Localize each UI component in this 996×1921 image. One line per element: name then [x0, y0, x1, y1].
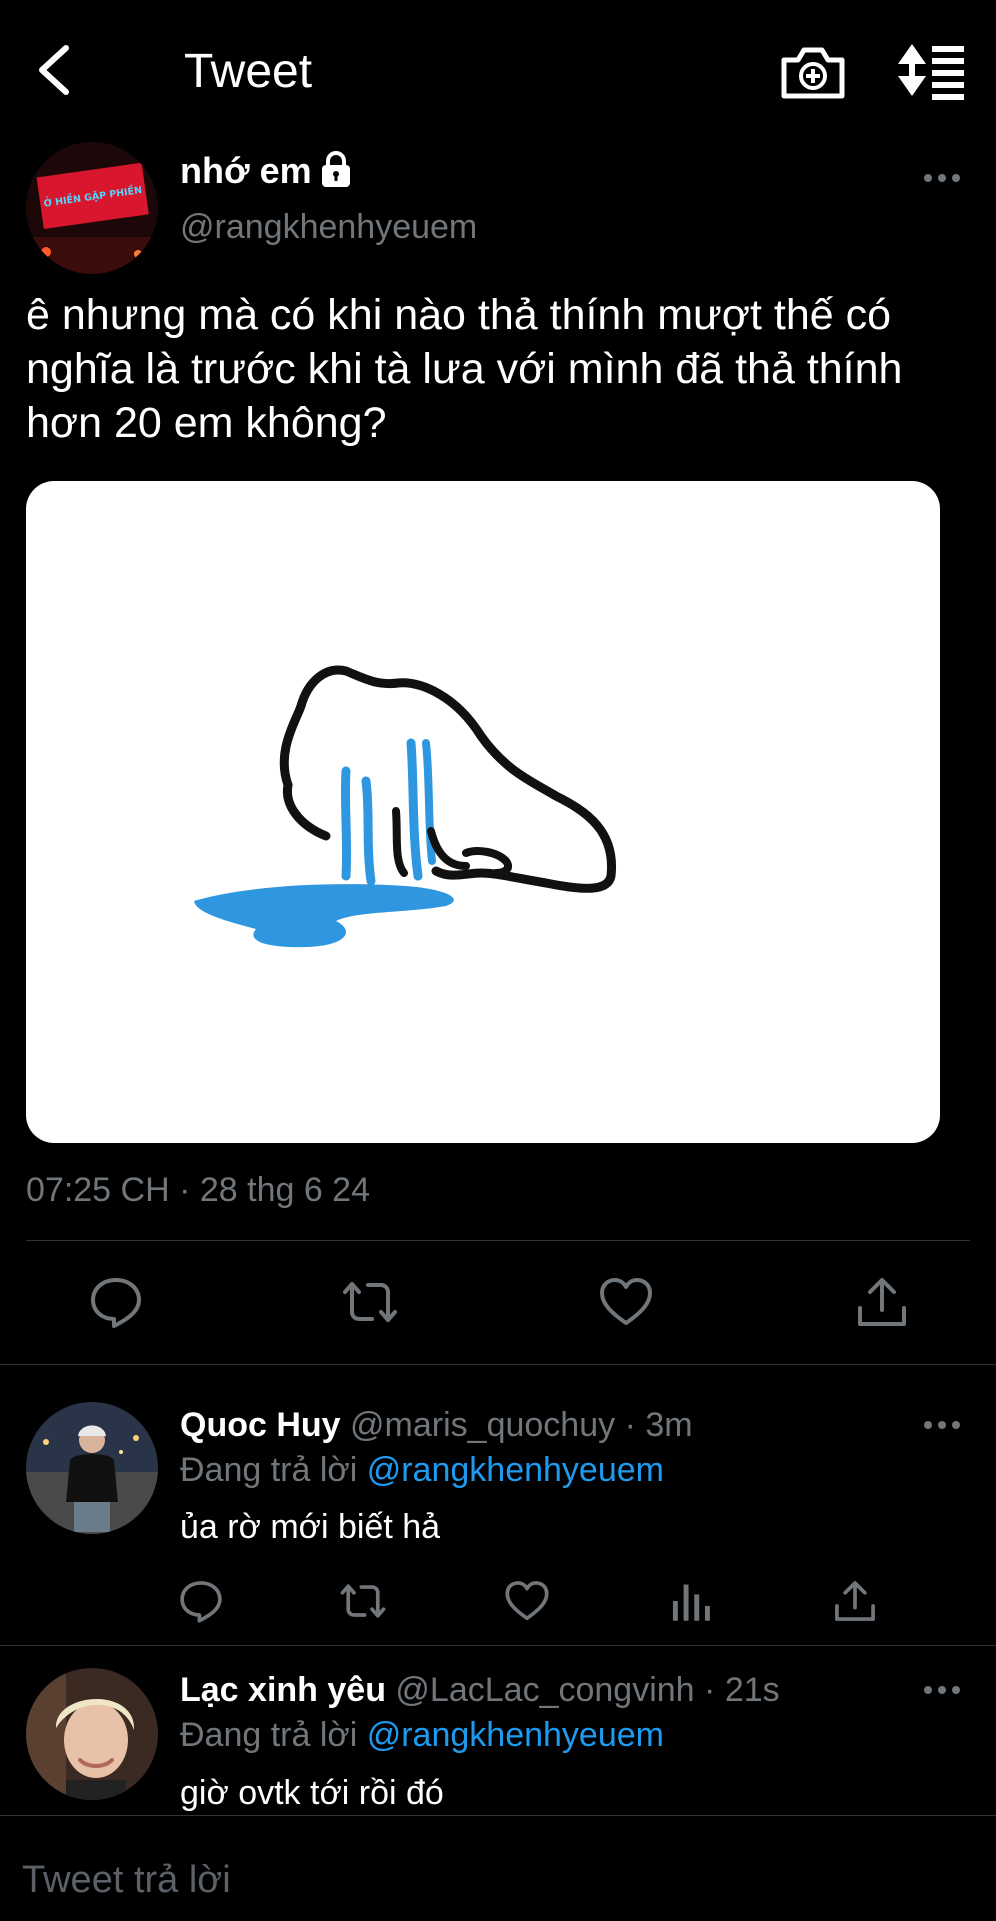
reply-age: 21s [724, 1671, 780, 1709]
tweet-timestamp: 07:25 CH · 28 thg 6 24 [26, 1171, 371, 1209]
reply-author-handle[interactable]: @LacLac_congvinh [395, 1671, 694, 1709]
more-options-button[interactable] [918, 166, 966, 190]
heart-icon [505, 1581, 549, 1621]
separator-dot: · [624, 1406, 636, 1444]
top-bar: Tweet [0, 0, 996, 140]
replying-to-label: Đang trả lời [180, 1716, 358, 1754]
author-handle[interactable]: @rangkhenhyeuem [180, 207, 477, 247]
more-dots-icon [924, 1421, 960, 1429]
reply-text: ủa rờ mới biết hả [180, 1508, 441, 1546]
share-icon [858, 1278, 906, 1326]
sort-arrows-icon [898, 44, 964, 100]
more-dots-icon [924, 1686, 960, 1694]
like-button[interactable] [598, 1274, 654, 1330]
divider [26, 1240, 970, 1241]
camera-plus-icon [781, 47, 845, 99]
divider [0, 1645, 996, 1646]
comment-icon [180, 1581, 222, 1623]
reply-input-placeholder[interactable]: Tweet trả lời [22, 1858, 231, 1902]
back-button[interactable] [30, 40, 80, 100]
mention-link[interactable]: @rangkhenhyeuem [367, 1451, 664, 1489]
reply-age: 3m [645, 1406, 693, 1444]
avatar-image [26, 1668, 158, 1800]
share-button[interactable] [854, 1274, 910, 1330]
divider [0, 1364, 996, 1365]
tweet-media[interactable] [26, 481, 940, 1143]
avatar-image: Ở HIỀN GẶP PHIỀN [26, 142, 158, 274]
reply-author-name[interactable]: Lạc xinh yêu [180, 1671, 386, 1709]
author-name[interactable]: nhớ em [180, 150, 312, 192]
reply-header: Lạc xinh yêu @LacLac_congvinh · 21s [180, 1670, 780, 1710]
replying-to: Đang trả lời @rangkhenhyeuem [180, 1450, 664, 1490]
share-icon [835, 1581, 875, 1621]
mention-link[interactable]: @rangkhenhyeuem [367, 1716, 664, 1754]
analytics-icon [672, 1584, 710, 1621]
reply-text: giờ ovtk tới rồi đó [180, 1774, 444, 1812]
reply-more-button[interactable] [918, 1413, 966, 1437]
crying-cat-drawing [194, 665, 617, 948]
reply-author-name[interactable]: Quoc Huy [180, 1406, 341, 1444]
separator-dot: · [704, 1671, 716, 1709]
chevron-left-icon [39, 45, 69, 95]
page-title: Tweet [184, 45, 313, 98]
retweet-icon [340, 1584, 386, 1618]
heart-icon [600, 1278, 652, 1325]
reply-author-handle[interactable]: @maris_quochuy [350, 1406, 615, 1444]
retweet-icon [343, 1282, 397, 1322]
reply-like-button[interactable] [504, 1578, 550, 1624]
camera-button[interactable] [778, 40, 848, 104]
replying-to-label: Đang trả lời [180, 1451, 358, 1489]
reply-retweet-button[interactable] [340, 1578, 386, 1624]
reply-more-button[interactable] [918, 1678, 966, 1702]
tweet-text: ê nhưng mà có khi nào thả thính mượt thế… [26, 291, 903, 447]
reply-button[interactable] [88, 1274, 144, 1330]
avatar-image [26, 1402, 158, 1534]
reply-comment-button[interactable] [178, 1578, 224, 1624]
sort-button[interactable] [896, 40, 968, 104]
retweet-button[interactable] [342, 1274, 398, 1330]
reply-avatar[interactable] [26, 1402, 158, 1534]
reply-share-button[interactable] [832, 1578, 878, 1624]
reply-header: Quoc Huy @maris_quochuy · 3m [180, 1405, 693, 1445]
lock-icon [318, 150, 354, 188]
comment-icon [91, 1278, 141, 1328]
author-avatar[interactable]: Ở HIỀN GẶP PHIỀN [26, 142, 158, 274]
more-dots-icon [924, 174, 960, 182]
replying-to: Đang trả lời @rangkhenhyeuem [180, 1715, 664, 1755]
reply-analytics-button[interactable] [668, 1578, 714, 1624]
reply-avatar[interactable] [26, 1668, 158, 1800]
